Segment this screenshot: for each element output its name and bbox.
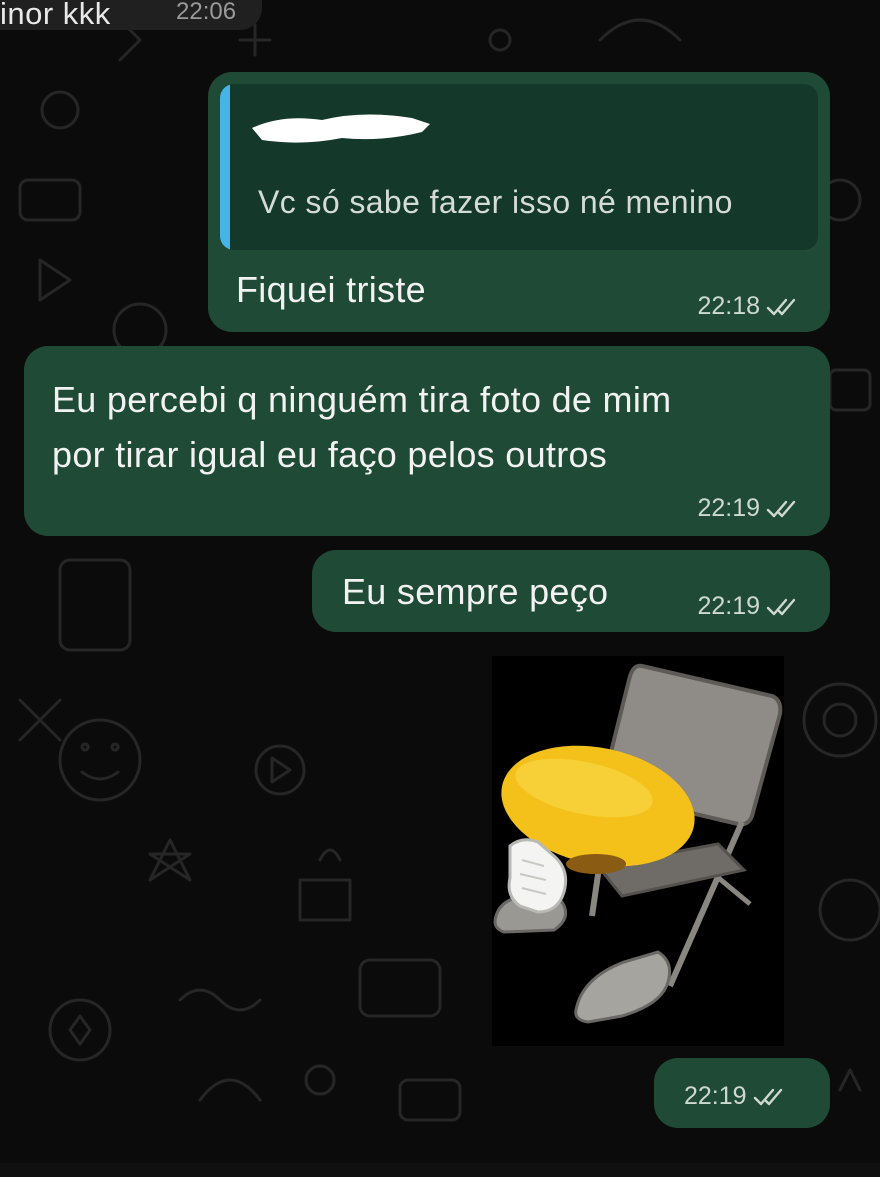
redacted-sender-name [252, 114, 430, 143]
reply-quote-text: Vc só sabe fazer isso né menino [258, 184, 733, 220]
double-check-icon [766, 297, 800, 317]
message-text: Fiquei triste [236, 269, 426, 310]
message-text-line: Eu percebi q ninguém tira foto de mim [52, 379, 672, 420]
message-meta: 22:19 [697, 592, 800, 621]
bottom-edge-bar [0, 1163, 880, 1177]
message-time: 22:19 [684, 1082, 747, 1110]
sticker-emoji-on-chair [493, 663, 783, 1024]
incoming-message-bubble[interactable]: inor kkk 22:06 [0, 0, 262, 31]
sticker-time-bubble[interactable]: 22:19 [654, 1058, 830, 1128]
message-text: Eu sempre peço [342, 571, 609, 612]
message-meta: 22:19 [684, 1082, 787, 1111]
outgoing-message-bubble[interactable]: Vc só sabe fazer isso né menino Fiquei t… [208, 72, 830, 332]
reply-quote[interactable]: Vc só sabe fazer isso né menino [220, 84, 818, 250]
message-time: 22:19 [697, 494, 760, 522]
double-check-icon [766, 597, 800, 617]
outgoing-message-bubble[interactable]: Eu sempre peço 22:19 [312, 550, 830, 632]
message-text: Eu percebi q ninguém tira foto de mim po… [52, 372, 822, 482]
double-check-icon [766, 499, 800, 519]
message-text-line: por tirar igual eu faço pelos outros [52, 434, 608, 475]
message-meta: 22:19 [697, 494, 800, 523]
reply-quote-accent-bar [220, 84, 230, 250]
message-time: 22:19 [697, 592, 760, 620]
message-meta: 22:18 [697, 292, 800, 321]
outgoing-message-bubble[interactable]: Eu percebi q ninguém tira foto de mim po… [24, 346, 830, 536]
incoming-message-text: inor kkk [0, 0, 111, 31]
double-check-icon [753, 1087, 787, 1107]
chat-thread: inor kkk 22:06 Vc só sabe fazer isso né … [0, 0, 880, 1177]
message-time: 22:18 [697, 292, 760, 320]
sticker-image[interactable] [492, 656, 784, 1046]
incoming-message-time: 22:06 [176, 0, 237, 25]
